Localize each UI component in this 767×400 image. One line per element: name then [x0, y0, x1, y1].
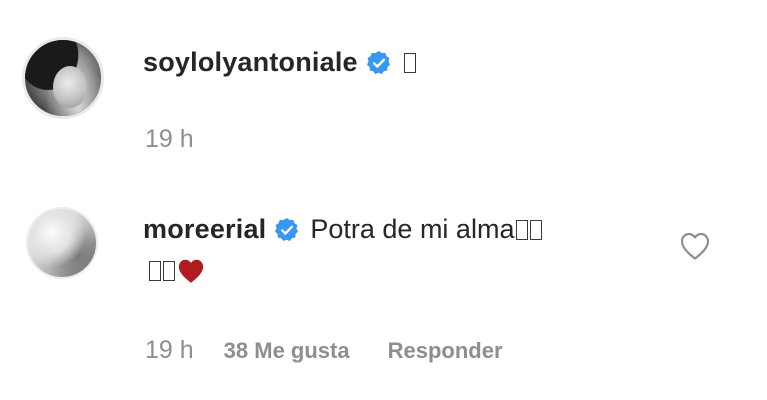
avatar[interactable] — [22, 37, 104, 119]
emoji-placeholder-glyph — [149, 261, 161, 281]
comments-section: soylolyantoniale 19 h moreerial Potra de… — [0, 0, 767, 400]
verified-badge-icon — [275, 217, 299, 241]
emoji-placeholder-glyph — [163, 261, 175, 281]
comment-header: soylolyantoniale — [143, 47, 416, 78]
red-heart-icon — [178, 259, 204, 283]
emoji-placeholder-glyph — [403, 52, 416, 73]
avatar-image — [28, 209, 96, 277]
emoji-placeholder-glyph — [530, 219, 543, 240]
comment-text-continued — [143, 258, 205, 284]
timestamp[interactable]: 19 h — [145, 125, 194, 154]
reply-button[interactable]: Responder — [388, 338, 503, 364]
likes-count-button[interactable]: 38 Me gusta — [224, 338, 350, 364]
avatar-face — [53, 66, 87, 108]
comment-meta: 19 h 38 Me gusta Responder — [145, 336, 503, 365]
verified-badge-icon — [366, 50, 390, 74]
avatar[interactable] — [26, 207, 98, 279]
emoji-placeholder-glyph — [516, 219, 529, 240]
comment-meta: 19 h — [145, 125, 194, 154]
comment-header: moreerial Potra de mi alma — [143, 214, 543, 245]
comment-text: Potra de mi alma — [310, 214, 515, 244]
timestamp[interactable]: 19 h — [145, 336, 194, 365]
username-link[interactable]: soylolyantoniale — [143, 47, 358, 78]
username-link[interactable]: moreerial — [143, 214, 266, 245]
heart-outline-icon[interactable] — [679, 231, 711, 261]
